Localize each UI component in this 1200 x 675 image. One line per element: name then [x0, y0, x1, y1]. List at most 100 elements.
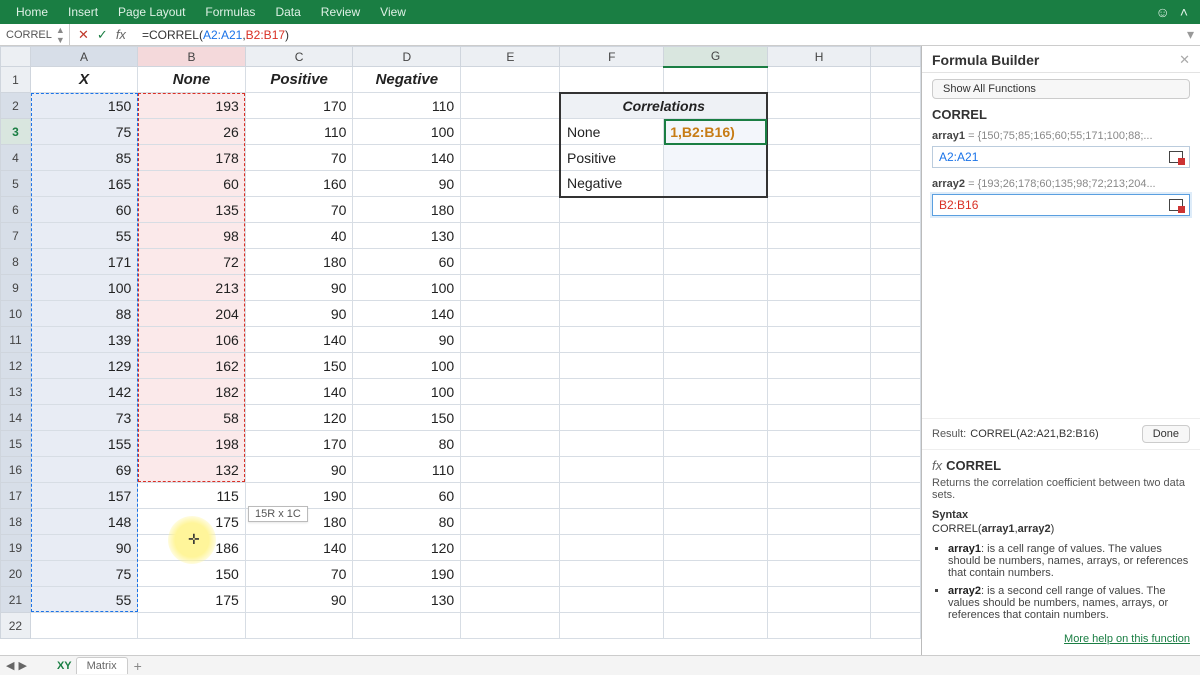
arg2-input[interactable]: B2:B16 — [932, 194, 1190, 216]
cell[interactable] — [664, 379, 768, 405]
cell[interactable]: 142 — [30, 379, 137, 405]
cell[interactable] — [560, 353, 664, 379]
cell[interactable] — [560, 431, 664, 457]
row-header[interactable]: 21 — [1, 587, 31, 613]
cell[interactable] — [767, 197, 870, 223]
row-header[interactable]: 7 — [1, 223, 31, 249]
cell[interactable]: 175 — [138, 509, 246, 535]
cell[interactable] — [664, 67, 768, 93]
cell[interactable]: 110 — [353, 457, 461, 483]
cell[interactable] — [30, 613, 137, 639]
cell[interactable]: 80 — [353, 509, 461, 535]
cell[interactable] — [664, 171, 768, 197]
cell[interactable]: 193 — [138, 93, 246, 119]
cell[interactable]: 130 — [353, 587, 461, 613]
cell[interactable] — [871, 119, 921, 145]
cell[interactable] — [767, 93, 870, 119]
row-header[interactable]: 16 — [1, 457, 31, 483]
cell[interactable] — [664, 327, 768, 353]
row-header[interactable]: 6 — [1, 197, 31, 223]
cell[interactable]: 60 — [353, 249, 461, 275]
cell[interactable] — [461, 613, 560, 639]
cell[interactable]: 170 — [245, 431, 353, 457]
cell[interactable] — [560, 301, 664, 327]
cell[interactable]: 165 — [30, 171, 137, 197]
cell[interactable] — [461, 327, 560, 353]
cell[interactable] — [353, 613, 461, 639]
cell[interactable] — [664, 145, 768, 171]
cell[interactable] — [871, 587, 921, 613]
cell[interactable] — [461, 483, 560, 509]
cell[interactable] — [767, 327, 870, 353]
row-header[interactable]: 3 — [1, 119, 31, 145]
cell[interactable]: Positive — [245, 67, 353, 93]
new-sheet-button[interactable]: + — [134, 658, 142, 674]
cell[interactable] — [664, 483, 768, 509]
cell[interactable]: 190 — [353, 561, 461, 587]
row-header[interactable]: 14 — [1, 405, 31, 431]
cell[interactable]: Negative — [353, 67, 461, 93]
cell[interactable]: 60 — [30, 197, 137, 223]
cell[interactable] — [664, 197, 768, 223]
cell[interactable] — [461, 275, 560, 301]
col-header-H[interactable]: H — [767, 47, 870, 67]
ribbon-tab-insert[interactable]: Insert — [58, 0, 108, 24]
cell[interactable]: 120 — [245, 405, 353, 431]
cell[interactable] — [767, 509, 870, 535]
cell[interactable] — [767, 145, 870, 171]
row-header[interactable]: 15 — [1, 431, 31, 457]
cell[interactable] — [664, 223, 768, 249]
cell[interactable] — [560, 457, 664, 483]
cell[interactable]: 140 — [245, 379, 353, 405]
cell[interactable] — [871, 93, 921, 119]
cell[interactable] — [461, 405, 560, 431]
cell[interactable] — [560, 587, 664, 613]
ribbon-tab-data[interactable]: Data — [265, 0, 310, 24]
expand-formula-icon[interactable]: ▾ — [1181, 26, 1200, 43]
cell[interactable]: 60 — [353, 483, 461, 509]
cell[interactable]: 90 — [245, 301, 353, 327]
cell[interactable] — [461, 93, 560, 119]
ribbon-tab-pagelayout[interactable]: Page Layout — [108, 0, 195, 24]
sheet-nav-next-icon[interactable]: ▶ — [18, 659, 26, 672]
chevron-up-icon[interactable]: ˄ — [1180, 4, 1188, 20]
cell[interactable]: 70 — [245, 561, 353, 587]
cell[interactable] — [560, 509, 664, 535]
cell[interactable] — [461, 535, 560, 561]
cell[interactable] — [871, 535, 921, 561]
col-header-E[interactable]: E — [461, 47, 560, 67]
cell[interactable]: 140 — [245, 535, 353, 561]
stepper-icon[interactable]: ▲▼ — [56, 25, 65, 45]
cell[interactable] — [560, 535, 664, 561]
cell[interactable] — [560, 197, 664, 223]
cell[interactable] — [664, 509, 768, 535]
cell[interactable] — [560, 327, 664, 353]
cell[interactable] — [461, 145, 560, 171]
cell[interactable]: 75 — [30, 561, 137, 587]
cell[interactable] — [871, 457, 921, 483]
cell[interactable]: 115 — [138, 483, 246, 509]
cell[interactable] — [871, 327, 921, 353]
cell[interactable] — [871, 301, 921, 327]
cell[interactable]: 70 — [245, 197, 353, 223]
cell[interactable]: 90 — [245, 587, 353, 613]
cell[interactable]: 204 — [138, 301, 246, 327]
cell[interactable] — [461, 353, 560, 379]
cell[interactable]: 98 — [138, 223, 246, 249]
cell[interactable] — [560, 379, 664, 405]
sheet-nav-prev-icon[interactable]: ◀ — [6, 659, 14, 672]
cell[interactable] — [871, 353, 921, 379]
cell[interactable] — [664, 535, 768, 561]
smiley-icon[interactable]: ☺ — [1156, 4, 1170, 20]
fx-icon[interactable]: fx — [116, 27, 126, 42]
row-header[interactable]: 5 — [1, 171, 31, 197]
cell[interactable] — [664, 353, 768, 379]
cell[interactable]: 55 — [30, 223, 137, 249]
cell[interactable]: 150 — [138, 561, 246, 587]
cell[interactable]: 80 — [353, 431, 461, 457]
cell[interactable] — [871, 275, 921, 301]
cell[interactable]: 106 — [138, 327, 246, 353]
cell[interactable] — [767, 249, 870, 275]
arg1-input[interactable]: A2:A21 — [932, 146, 1190, 168]
cell[interactable] — [767, 457, 870, 483]
